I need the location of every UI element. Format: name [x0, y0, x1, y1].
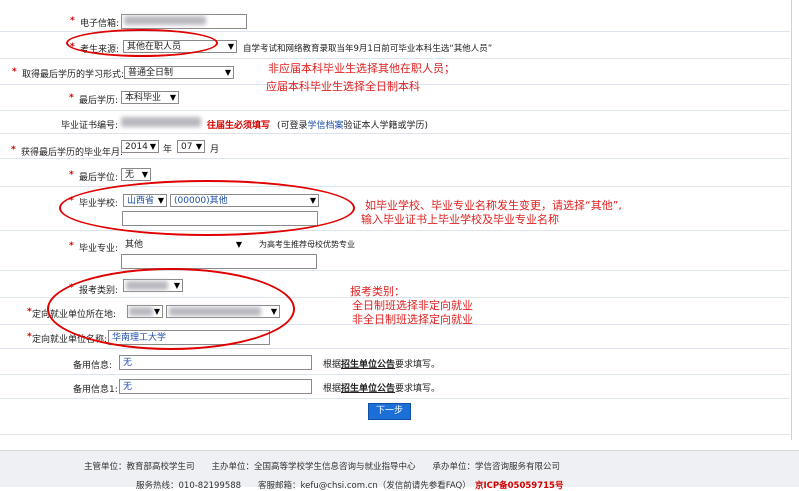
required-star: *: [70, 16, 75, 26]
spare2-label: 备用信息1:: [73, 385, 118, 395]
month-unit: 月: [210, 145, 220, 155]
spare2-note-post: 要求填写。: [395, 384, 441, 394]
email-label: 电子信箱:: [80, 19, 120, 29]
last-edu-label: 最后学历:: [79, 96, 119, 106]
last-degree-value: 无: [125, 170, 135, 180]
annotation-ellipse: [66, 29, 218, 57]
row-divider: [0, 374, 790, 375]
chevron-down-icon: ▼: [149, 142, 156, 151]
study-form-label: 取得最后学历的学习形式:: [22, 70, 125, 80]
spare1-note-post: 要求填写。: [395, 360, 441, 370]
chevron-down-icon: ▼: [169, 93, 176, 102]
next-button[interactable]: 下一步: [368, 403, 411, 420]
major-name-field[interactable]: [121, 254, 317, 269]
footer-line2: 服务热线：010-82199588 客服邮箱：kefu@chsi.com.cn（…: [136, 479, 563, 491]
required-star: *: [27, 307, 32, 317]
spare2-note-pre: 根据: [323, 384, 342, 394]
spare1-field[interactable]: 无: [119, 355, 312, 370]
source-note: 自学考试和网络教育录取当年9月1日前可毕业本科生选“其他人员”: [243, 44, 493, 54]
annotation-ellipse: [59, 180, 355, 236]
required-star: *: [69, 170, 74, 180]
chevron-down-icon: ▼: [224, 68, 231, 77]
row-divider: [0, 110, 790, 111]
study-form-value: 普通全日制: [128, 68, 174, 78]
recruiter-notice-link[interactable]: 招生单位公告: [341, 384, 395, 394]
annotation-note: 应届本科毕业生选择全日制本科: [266, 80, 420, 93]
last-edu-select[interactable]: 本科毕业 ▼: [121, 91, 179, 104]
last-degree-label: 最后学位:: [79, 173, 119, 183]
row-divider: [0, 434, 790, 435]
cert-label: 毕业证书编号:: [61, 121, 119, 131]
required-star: *: [12, 67, 17, 77]
cert-redacted[interactable]: [121, 117, 201, 127]
grad-date-label: 获得最后学历的毕业年月:: [21, 148, 124, 158]
chevron-down-icon: ▼: [227, 42, 234, 51]
major-note: 为高考生推荐母校优势专业: [259, 240, 355, 249]
recruiter-notice-link[interactable]: 招生单位公告: [341, 360, 395, 370]
study-form-select[interactable]: 普通全日制 ▼: [124, 66, 234, 79]
chevron-down-icon: ▼: [235, 240, 242, 249]
grad-year-value: 2014: [125, 142, 148, 152]
annotation-note: 非全日制班选择定向就业: [352, 313, 473, 326]
spare1-note: 根据招生单位公告要求填写。: [323, 357, 440, 370]
row-divider: [0, 58, 790, 59]
major-select[interactable]: 其他 ▼: [121, 238, 245, 251]
major-label: 毕业专业:: [79, 244, 119, 254]
major-value: 其他: [125, 240, 144, 250]
row-divider: [0, 348, 790, 349]
cert-note-required: 往届生必须填写: [207, 121, 271, 131]
row-divider: [0, 133, 790, 134]
footer-line1: 主管单位：教育部高校学生司 主办单位：全国高等学校学生信息咨询与就业指导中心 承…: [84, 462, 561, 472]
spare2-note: 根据招生单位公告要求填写。: [323, 381, 440, 394]
footer: 主管单位：教育部高校学生司 主办单位：全国高等学校学生信息咨询与就业指导中心 承…: [0, 450, 799, 491]
required-star: *: [27, 332, 32, 342]
chevron-down-icon: ▼: [195, 142, 202, 151]
required-star: *: [69, 93, 74, 103]
year-unit: 年: [163, 145, 173, 155]
cert-note-pre: (可登录: [277, 121, 308, 131]
spare2-field[interactable]: 无: [119, 379, 312, 394]
annotation-note: 输入毕业证书上毕业学校及毕业专业名称: [361, 213, 559, 226]
annotation-note: 非应届本科毕业生选择其他在职人员；: [268, 62, 455, 75]
chevron-down-icon: ▼: [141, 170, 148, 179]
row-divider: [0, 158, 790, 159]
last-edu-value: 本科毕业: [125, 93, 162, 103]
grad-month-select[interactable]: 07 ▼: [177, 140, 205, 153]
email-redacted: [124, 16, 206, 25]
required-star: *: [11, 145, 16, 155]
spare1-label: 备用信息:: [73, 361, 113, 371]
icp-link[interactable]: 京ICP备05059715号: [475, 481, 563, 491]
cert-note: (可登录学信档案验证本人学籍或学历): [277, 118, 428, 131]
required-star: *: [69, 241, 74, 251]
annotation-ellipse: [47, 268, 295, 350]
last-degree-select[interactable]: 无 ▼: [121, 168, 151, 181]
row-divider: [0, 398, 790, 399]
cert-note-post: 验证本人学籍或学历): [343, 121, 429, 131]
footer-contact: 服务热线：010-82199588 客服邮箱：kefu@chsi.com.cn（…: [136, 481, 467, 491]
grad-month-value: 07: [181, 142, 193, 152]
xuexin-archive-link[interactable]: 学信档案: [308, 121, 344, 131]
spare1-note-pre: 根据: [323, 360, 342, 370]
grad-year-select[interactable]: 2014 ▼: [121, 140, 159, 153]
right-border: [791, 0, 792, 440]
